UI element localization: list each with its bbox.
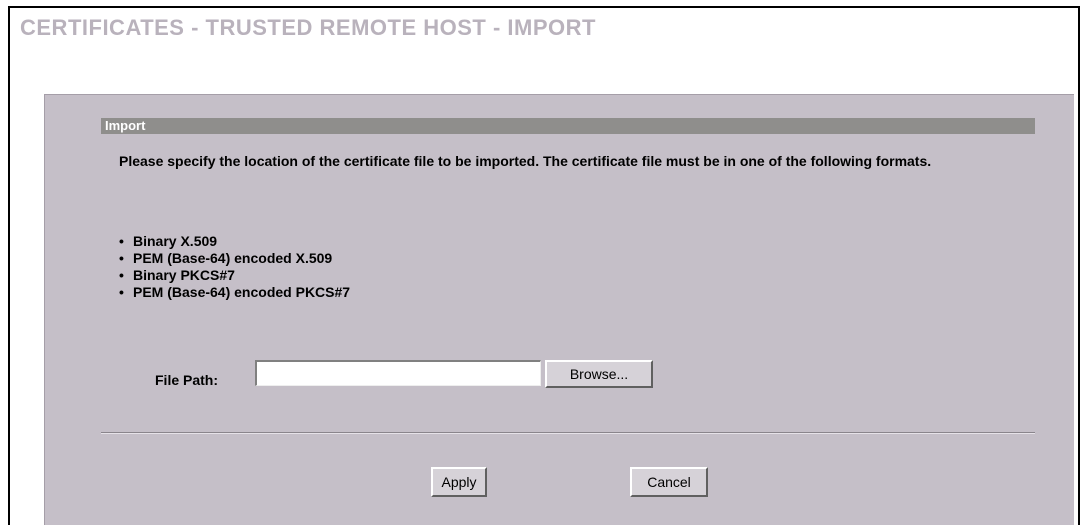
section-header-bar: Import (101, 118, 1035, 134)
list-item: • Binary PKCS#7 (119, 267, 350, 284)
list-item: • PEM (Base-64) encoded PKCS#7 (119, 284, 350, 301)
file-path-input[interactable] (255, 360, 541, 386)
cancel-button[interactable]: Cancel (630, 467, 708, 497)
import-panel: Import Please specify the location of th… (44, 94, 1074, 525)
section-title: Import (105, 118, 146, 133)
format-label: Binary PKCS#7 (133, 267, 235, 283)
format-label: PEM (Base-64) encoded PKCS#7 (133, 284, 351, 300)
bullet-icon: • (119, 250, 124, 266)
bullet-icon: • (119, 233, 124, 249)
format-list: • Binary X.509 • PEM (Base-64) encoded X.5… (119, 233, 350, 301)
bullet-icon: • (119, 284, 124, 300)
divider (101, 432, 1035, 434)
format-label: Binary X.509 (133, 233, 218, 249)
list-item: • Binary X.509 (119, 233, 350, 250)
apply-button[interactable]: Apply (431, 467, 487, 497)
page-title: CERTIFICATES - TRUSTED REMOTE HOST - IMP… (20, 15, 596, 40)
window-frame: CERTIFICATES - TRUSTED REMOTE HOST - IMP… (8, 6, 1080, 525)
format-label: PEM (Base-64) encoded X.509 (133, 250, 333, 266)
browse-button[interactable]: Browse... (545, 360, 653, 388)
list-item: • PEM (Base-64) encoded X.509 (119, 250, 350, 267)
import-description: Please specify the location of the certi… (119, 153, 932, 169)
file-path-label: File Path: (155, 372, 219, 388)
bullet-icon: • (119, 267, 124, 283)
